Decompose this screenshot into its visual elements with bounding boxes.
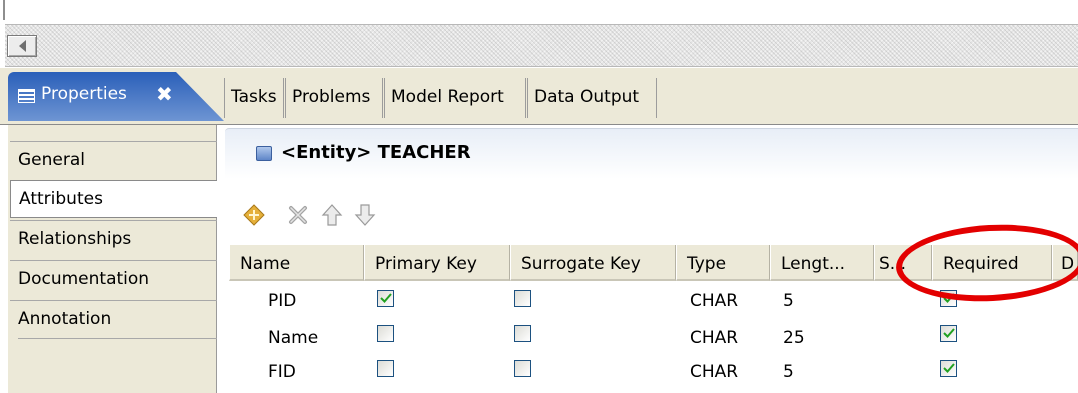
- cell-length[interactable]: 5: [783, 291, 794, 311]
- tab-properties-label: Properties: [41, 84, 127, 104]
- entity-name: TEACHER: [377, 142, 471, 163]
- checkmark-icon: [943, 363, 955, 373]
- entity-kind: <Entity>: [281, 142, 378, 163]
- move-up-button[interactable]: [319, 202, 345, 228]
- top-strip: [0, 0, 1078, 24]
- column-header-primary-key[interactable]: Primary Key: [364, 245, 510, 281]
- cell-name[interactable]: PID: [268, 291, 296, 311]
- checkmark-icon: [943, 328, 955, 338]
- cell-length[interactable]: 5: [783, 362, 794, 382]
- tab-data-output[interactable]: Data Output: [527, 78, 657, 118]
- close-tab-icon[interactable]: ✖: [156, 82, 173, 106]
- delete-attribute-button[interactable]: [285, 202, 311, 228]
- side-tab-relationships[interactable]: Relationships: [10, 220, 217, 258]
- column-header-required[interactable]: Required: [932, 245, 1052, 281]
- checkbox-primary-key[interactable]: [377, 360, 394, 377]
- add-icon: [243, 204, 265, 226]
- tab-model-report[interactable]: Model Report: [384, 78, 526, 118]
- column-header-default[interactable]: D: [1052, 245, 1078, 281]
- checkbox-required[interactable]: [940, 325, 957, 342]
- side-tab-annotation[interactable]: Annotation: [10, 300, 217, 338]
- cell-type[interactable]: CHAR: [690, 291, 738, 311]
- side-tab-attributes[interactable]: Attributes: [10, 180, 217, 218]
- entity-icon: [256, 146, 272, 161]
- cell-length[interactable]: 25: [783, 328, 805, 348]
- scroll-left-button[interactable]: [7, 35, 37, 57]
- entity-title: <Entity> TEACHER: [281, 142, 471, 163]
- column-header-surrogate-key[interactable]: Surrogate Key: [510, 245, 676, 281]
- checkbox-required[interactable]: [940, 360, 957, 377]
- checkbox-primary-key[interactable]: [377, 290, 394, 307]
- side-tab-documentation[interactable]: Documentation: [10, 260, 217, 298]
- column-header-type[interactable]: Type: [676, 245, 770, 281]
- left-divider: [3, 0, 5, 20]
- move-down-icon: [354, 204, 376, 226]
- move-up-icon: [321, 204, 343, 226]
- column-header-name[interactable]: Name: [229, 245, 364, 281]
- horizontal-scrollbar[interactable]: [5, 24, 1078, 67]
- scroll-left-arrow-icon: [18, 40, 26, 52]
- checkbox-primary-key[interactable]: [377, 325, 394, 342]
- add-attribute-button[interactable]: [241, 202, 267, 228]
- cell-type[interactable]: CHAR: [690, 362, 738, 382]
- side-tabs-divider: [18, 338, 217, 339]
- checkmark-icon: [943, 293, 955, 303]
- column-header-scale[interactable]: S...: [874, 245, 932, 281]
- side-tab-general[interactable]: General: [10, 141, 217, 179]
- cell-type[interactable]: CHAR: [690, 328, 738, 348]
- checkbox-surrogate-key[interactable]: [514, 290, 531, 307]
- checkmark-icon: [380, 293, 392, 303]
- delete-icon: [289, 206, 307, 224]
- cell-name[interactable]: FID: [268, 362, 296, 382]
- cell-name[interactable]: Name: [268, 328, 318, 348]
- tab-problems[interactable]: Problems: [285, 78, 383, 118]
- properties-icon: [18, 89, 35, 103]
- column-header-length[interactable]: Lengt...: [770, 245, 874, 281]
- move-down-button[interactable]: [352, 202, 378, 228]
- checkbox-surrogate-key[interactable]: [514, 325, 531, 342]
- checkbox-surrogate-key[interactable]: [514, 360, 531, 377]
- tab-tasks[interactable]: Tasks: [224, 78, 284, 118]
- checkbox-required[interactable]: [940, 290, 957, 307]
